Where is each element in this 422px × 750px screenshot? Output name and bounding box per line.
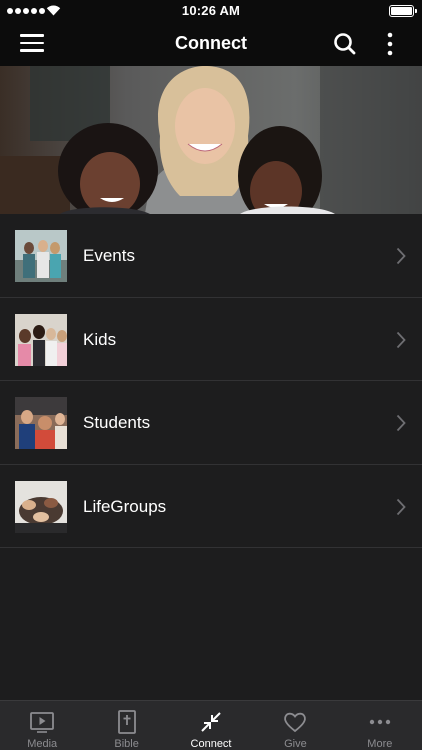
chevron-right-icon bbox=[396, 498, 406, 515]
list-item-kids[interactable]: Kids bbox=[0, 297, 422, 381]
hero-image bbox=[0, 66, 422, 214]
lifegroups-thumbnail bbox=[15, 480, 67, 533]
tab-bar: Media Bible Connect Give More bbox=[0, 700, 422, 750]
tab-connect[interactable]: Connect bbox=[169, 701, 253, 750]
connect-list: Events Kids Students LifeGroups bbox=[0, 214, 422, 548]
status-bar: 10:26 AM bbox=[0, 0, 422, 22]
list-item-students[interactable]: Students bbox=[0, 381, 422, 465]
tab-more[interactable]: More bbox=[338, 701, 422, 750]
page-title: Connect bbox=[175, 33, 247, 53]
more-dots-icon bbox=[369, 719, 391, 725]
search-icon[interactable] bbox=[332, 31, 358, 57]
connect-icon bbox=[201, 712, 221, 732]
status-time: 10:26 AM bbox=[181, 3, 241, 18]
list-item-label: Kids bbox=[83, 329, 117, 349]
chevron-right-icon bbox=[396, 247, 406, 265]
heart-icon bbox=[284, 712, 307, 733]
list-item-events[interactable]: Events bbox=[0, 214, 422, 298]
list-item-lifegroups[interactable]: LifeGroups bbox=[0, 464, 422, 548]
tab-bible[interactable]: Bible bbox=[84, 701, 168, 750]
play-icon bbox=[30, 712, 55, 733]
students-thumbnail bbox=[15, 397, 67, 449]
nav-bar: Connect bbox=[0, 22, 422, 66]
tab-media[interactable]: Media bbox=[0, 701, 84, 750]
kids-thumbnail bbox=[15, 313, 67, 366]
list-item-label: LifeGroups bbox=[83, 496, 167, 516]
events-thumbnail bbox=[15, 230, 67, 282]
tab-label: Bible bbox=[114, 738, 139, 750]
tab-label: More bbox=[367, 738, 393, 750]
list-item-label: Events bbox=[83, 246, 135, 265]
battery-icon bbox=[389, 5, 417, 17]
list-item-label: Students bbox=[83, 413, 151, 432]
chevron-right-icon bbox=[396, 331, 406, 348]
tab-label: Connect bbox=[190, 738, 232, 750]
tab-give[interactable]: Give bbox=[253, 701, 337, 750]
bible-icon bbox=[117, 710, 136, 734]
chevron-right-icon bbox=[396, 414, 406, 432]
tab-label: Media bbox=[27, 738, 58, 750]
tab-label: Give bbox=[284, 738, 307, 750]
more-vertical-icon[interactable] bbox=[380, 31, 400, 57]
